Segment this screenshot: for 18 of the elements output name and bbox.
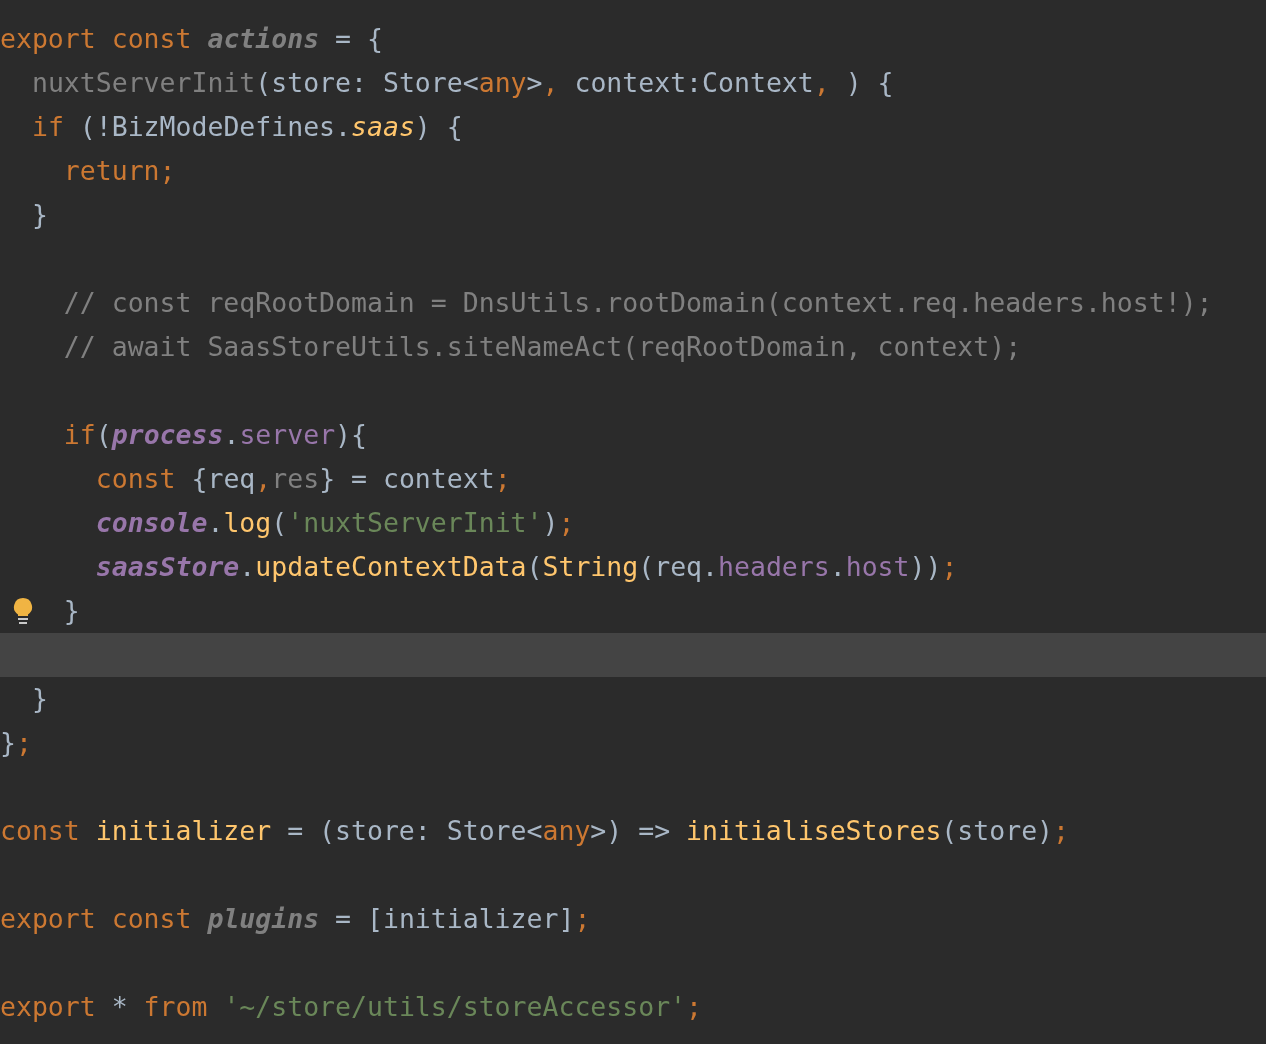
code-line: } bbox=[31, 198, 48, 232]
code-line: const {req,res} = context; bbox=[95, 462, 511, 496]
code-line: if(process.server){ bbox=[63, 418, 368, 452]
code-line: const initializer = (store: Store<any>) => initialiseStores(store); bbox=[0, 814, 1069, 848]
code-line: } bbox=[63, 594, 80, 628]
code-line: nuxtServerInit(store: Store<any>, context:Context, ) { bbox=[31, 66, 894, 100]
code-line: export const actions = { bbox=[0, 22, 383, 56]
code-line: // await SaasStoreUtils.siteNameAct(reqRootDomain, context); bbox=[63, 330, 1022, 364]
code-line: return; bbox=[63, 154, 176, 188]
code-line: export const plugins = [initializer]; bbox=[0, 902, 591, 936]
code-line: saasStore.updateContextData(String(req.headers.host)); bbox=[95, 550, 958, 584]
code-line: export * from '~/store/utils/storeAccessor'; bbox=[0, 990, 703, 1024]
code-line: console.log('nuxtServerInit'); bbox=[95, 506, 575, 540]
code-line: } bbox=[31, 682, 48, 716]
code-line: // const reqRootDomain = DnsUtils.rootDomain(context.req.headers.host!); bbox=[63, 286, 1213, 320]
code-line: }; bbox=[0, 726, 32, 760]
lightbulb-icon[interactable] bbox=[13, 597, 33, 625]
code-line: if (!BizModeDefines.saas) { bbox=[31, 110, 463, 144]
